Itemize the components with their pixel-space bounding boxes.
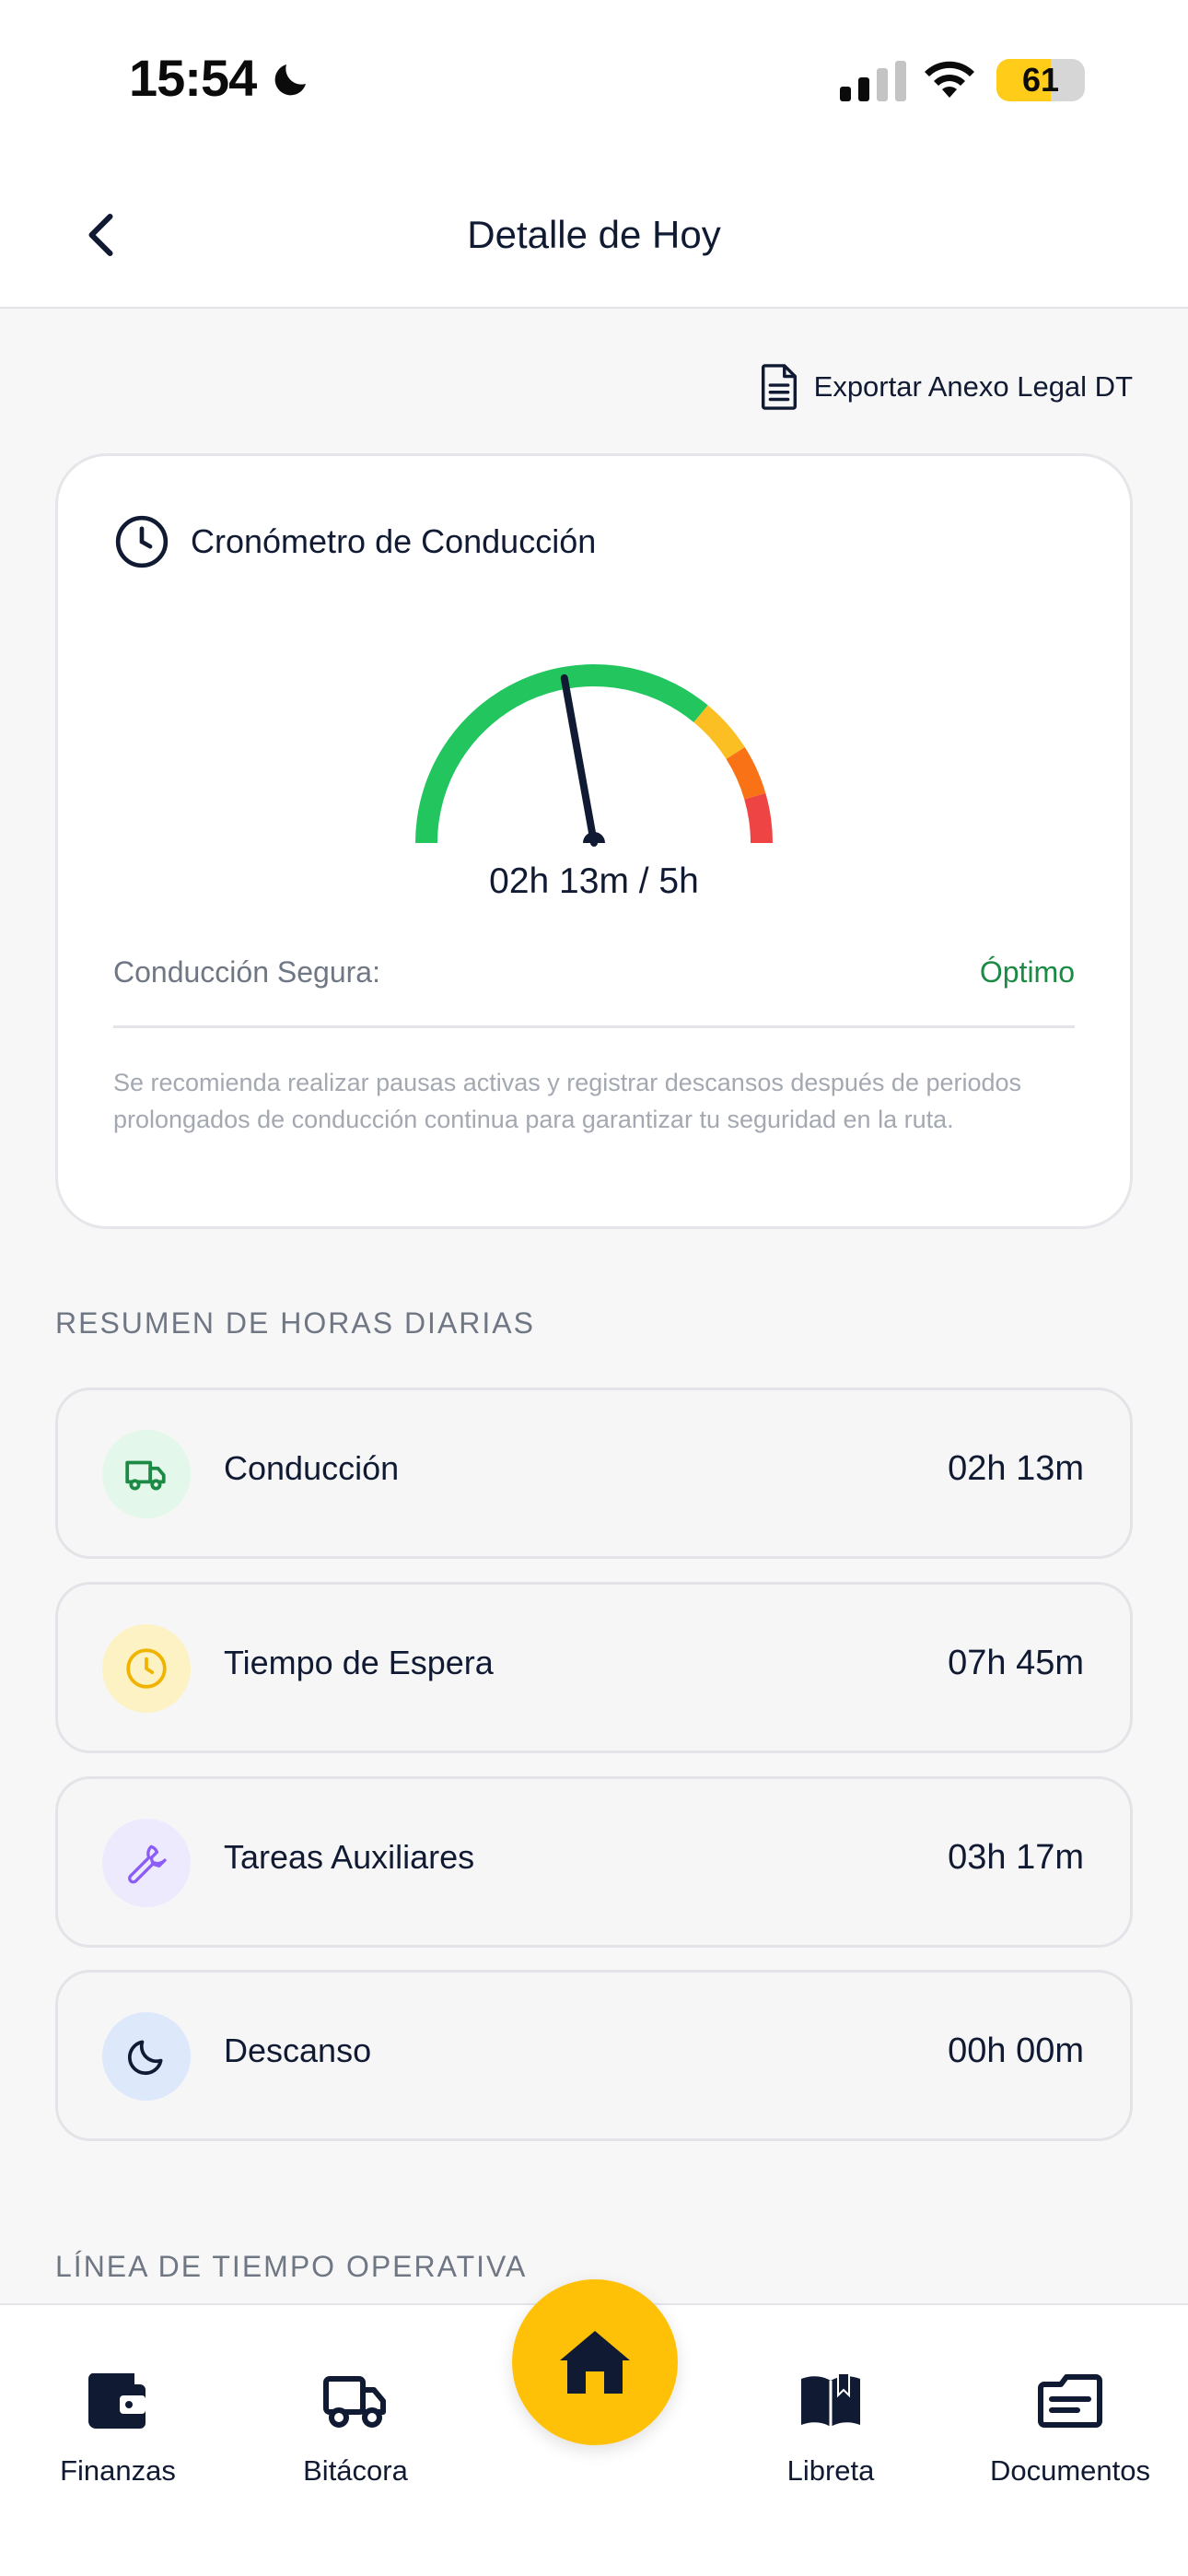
- chronometer-card: Cronómetro de Conducción 02h 13m / 5h Co…: [55, 453, 1133, 1229]
- nav-label: Documentos: [989, 2454, 1151, 2487]
- wallet-icon: [87, 2373, 146, 2429]
- status-time: 15:54: [129, 49, 257, 107]
- wifi-icon: [925, 61, 974, 98]
- row-label: Tareas Auxiliares: [224, 1838, 475, 1876]
- driving-gauge: [415, 664, 773, 847]
- summary-row-driving[interactable]: Conducción 02h 13m: [55, 1388, 1133, 1559]
- nav-label: Libreta: [786, 2454, 875, 2487]
- summary-row-waiting[interactable]: Tiempo de Espera 07h 45m: [55, 1582, 1133, 1753]
- gauge-zone-caution: [693, 705, 745, 760]
- gauge-readout: 02h 13m / 5h: [489, 861, 699, 901]
- moon-icon: [274, 64, 306, 96]
- row-icon-bg: [102, 1430, 191, 1518]
- summary-heading: RESUMEN DE HORAS DIARIAS: [55, 1306, 535, 1340]
- moon-icon: [127, 2040, 163, 2076]
- summary-row-rest[interactable]: Descanso 00h 00m: [55, 1970, 1133, 2141]
- gauge-hub: [583, 832, 605, 843]
- home-button[interactable]: [512, 2279, 678, 2445]
- safe-driving-status: Óptimo: [979, 955, 1075, 989]
- export-label: Exportar Anexo Legal DT: [813, 370, 1133, 403]
- row-label: Tiempo de Espera: [224, 1644, 494, 1681]
- nav-label: Bitácora: [303, 2454, 408, 2487]
- truck-icon: [125, 1460, 166, 1491]
- battery-tip: [1076, 72, 1083, 88]
- book-icon: [801, 2372, 860, 2427]
- export-button[interactable]: Exportar Anexo Legal DT: [759, 361, 1133, 413]
- row-value: 00h 00m: [948, 2032, 1084, 2070]
- clock-icon: [126, 1648, 167, 1689]
- document-icon: [761, 364, 797, 410]
- status-bar: 15:54 61: [0, 0, 1188, 161]
- nav-item-libreta[interactable]: Libreta: [720, 2370, 941, 2488]
- row-value: 03h 17m: [948, 1838, 1084, 1877]
- row-label: Conducción: [224, 1449, 400, 1487]
- home-icon: [560, 2331, 630, 2394]
- nav-item-bitacora[interactable]: Bitácora: [245, 2370, 466, 2488]
- row-value: 02h 13m: [948, 1449, 1084, 1488]
- nav-label: Finanzas: [60, 2454, 176, 2487]
- battery-level: 61: [1021, 61, 1060, 99]
- gauge-zone-warning: [726, 747, 766, 800]
- safe-driving-label: Conducción Segura:: [113, 955, 380, 989]
- safety-note: Se recomienda realizar pausas activas y …: [113, 1069, 1022, 1133]
- row-icon-bg: [102, 2012, 191, 2101]
- page-title: Detalle de Hoy: [467, 213, 721, 256]
- header: Detalle de Hoy: [0, 161, 1188, 309]
- truck-icon: [323, 2376, 386, 2428]
- signal-icon: [840, 61, 906, 101]
- gauge-zone-danger: [744, 792, 773, 844]
- clock-icon: [115, 515, 169, 568]
- nav-item-documentos[interactable]: Documentos: [960, 2370, 1181, 2488]
- row-value: 07h 45m: [948, 1644, 1084, 1682]
- timeline-heading: LÍNEA DE TIEMPO OPERATIVA: [55, 2250, 528, 2283]
- battery-icon: 61: [996, 59, 1085, 101]
- documents-icon: [1038, 2374, 1102, 2428]
- gauge-needle: [560, 673, 598, 847]
- row-label: Descanso: [224, 2032, 372, 2069]
- divider: [113, 1025, 1075, 1028]
- card-title: Cronómetro de Conducción: [191, 522, 597, 560]
- gauge-zone-safe: [415, 664, 708, 844]
- summary-row-auxiliary[interactable]: Tareas Auxiliares 03h 17m: [55, 1776, 1133, 1948]
- row-icon-bg: [102, 1819, 191, 1907]
- wrench-icon: [128, 1844, 167, 1884]
- nav-item-finanzas[interactable]: Finanzas: [7, 2370, 228, 2488]
- row-icon-bg: [102, 1624, 191, 1713]
- card-header: Cronómetro de Conducción: [113, 513, 596, 570]
